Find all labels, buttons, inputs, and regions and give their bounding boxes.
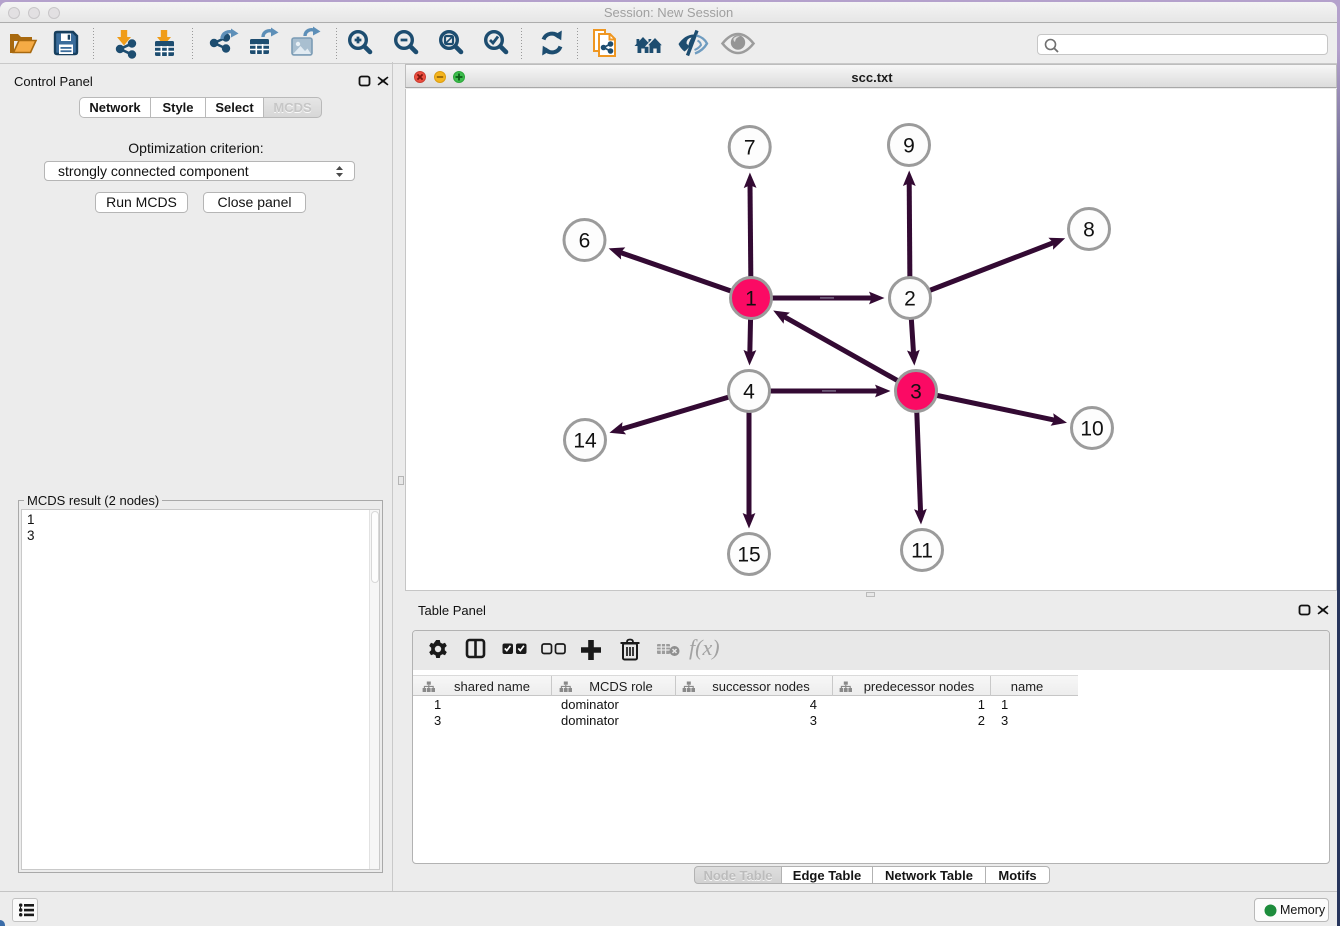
svg-text:10: 10 [1080, 417, 1103, 440]
svg-text:11: 11 [911, 539, 933, 562]
svg-text:14: 14 [573, 429, 597, 452]
svg-text:1: 1 [745, 287, 757, 310]
svg-text:15: 15 [737, 543, 760, 566]
svg-text:2: 2 [904, 287, 916, 310]
svg-text:3: 3 [910, 380, 922, 403]
svg-text:6: 6 [579, 229, 591, 252]
svg-text:4: 4 [743, 380, 755, 403]
svg-text:8: 8 [1083, 218, 1095, 241]
svg-text:7: 7 [744, 136, 756, 159]
svg-text:9: 9 [903, 134, 915, 157]
